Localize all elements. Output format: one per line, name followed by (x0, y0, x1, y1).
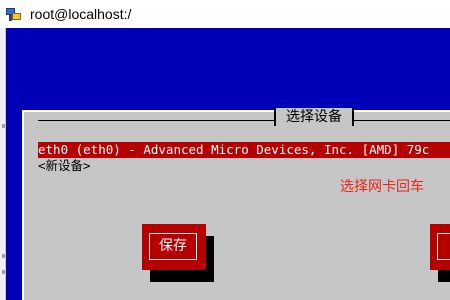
save-button[interactable]: 保存 (142, 224, 206, 270)
save-button-label: 保存 (149, 233, 197, 260)
putty-icon[interactable] (6, 6, 22, 22)
cancel-button-label: 取 (437, 233, 450, 260)
window-title: root@localhost:/ (30, 6, 132, 22)
device-item-eth0[interactable]: eth0 (eth0) - Advanced Micro Devices, In… (38, 142, 450, 158)
annotation-text: 选择网卡回车 (340, 179, 424, 195)
dialog-frame-line (38, 120, 450, 121)
device-list[interactable]: eth0 (eth0) - Advanced Micro Devices, In… (38, 142, 450, 174)
dialog-title: 选择设备 (274, 108, 354, 126)
title-bar[interactable]: root@localhost:/ (0, 0, 450, 28)
terminal-window: root@localhost:/ 选择设备 eth0 (eth0) - Adva… (0, 0, 450, 300)
device-item-new[interactable]: <新设备> (38, 158, 450, 174)
left-window-edge (0, 28, 6, 300)
cancel-button[interactable]: 取 (430, 224, 450, 270)
select-device-dialog: 选择设备 eth0 (eth0) - Advanced Micro Device… (22, 108, 450, 300)
